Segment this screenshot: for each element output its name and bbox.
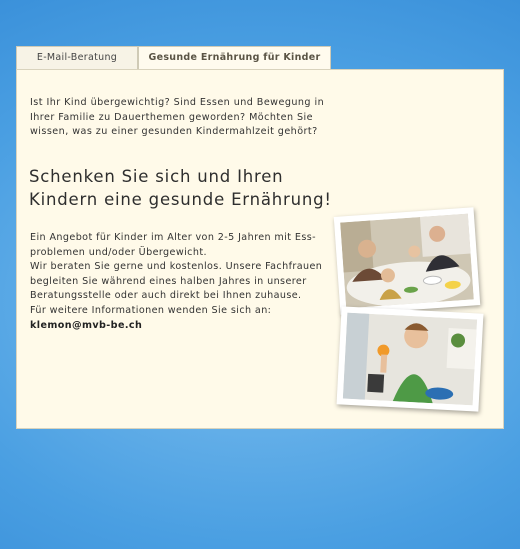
body-text: Ein Angebot für Kinder im Alter von 2-5 … xyxy=(30,231,360,333)
child-eating-image xyxy=(342,312,478,406)
tab-email-beratung[interactable]: E-Mail-Beratung xyxy=(16,46,138,69)
intro-line: wissen, was zu einer gesunden Kindermahl… xyxy=(30,126,318,137)
family-meal-image xyxy=(340,213,474,309)
body-line: Für weitere Informationen wenden Sie sic… xyxy=(30,304,272,316)
content-panel: Ist Ihr Kind übergewichtig? Sind Essen u… xyxy=(16,69,504,429)
headline-line: Kindern eine gesunde Ernährung! xyxy=(29,190,332,209)
family-meal-photo xyxy=(333,207,481,315)
intro-line: Ist Ihr Kind übergewichtig? Sind Essen u… xyxy=(30,97,325,108)
intro-line: Ihrer Familie zu Dauerthemen geworden? M… xyxy=(30,111,313,123)
intro-text: Ist Ihr Kind übergewichtig? Sind Essen u… xyxy=(30,96,350,140)
body-line: begleiten Sie während eines halben Jahre… xyxy=(30,275,307,287)
body-line: Ein Angebot für Kinder im Alter von 2-5 … xyxy=(30,232,316,243)
tab-gesunde-ernaehrung[interactable]: Gesunde Ernährung für Kinder xyxy=(138,46,331,69)
child-eating-photo xyxy=(336,306,484,412)
headline-line: Schenken Sie sich und Ihren xyxy=(29,167,284,186)
body-line: Wir beraten Sie gerne und kostenlos. Uns… xyxy=(30,261,323,273)
headline: Schenken Sie sich und Ihren Kindern eine… xyxy=(29,165,349,211)
body-line: Beratungsstelle oder auch direkt bei Ihn… xyxy=(30,290,302,302)
contact-email[interactable]: klemon@mvb-be.ch xyxy=(30,319,360,334)
body-line: problemen und/oder Übergewicht. xyxy=(30,246,207,258)
